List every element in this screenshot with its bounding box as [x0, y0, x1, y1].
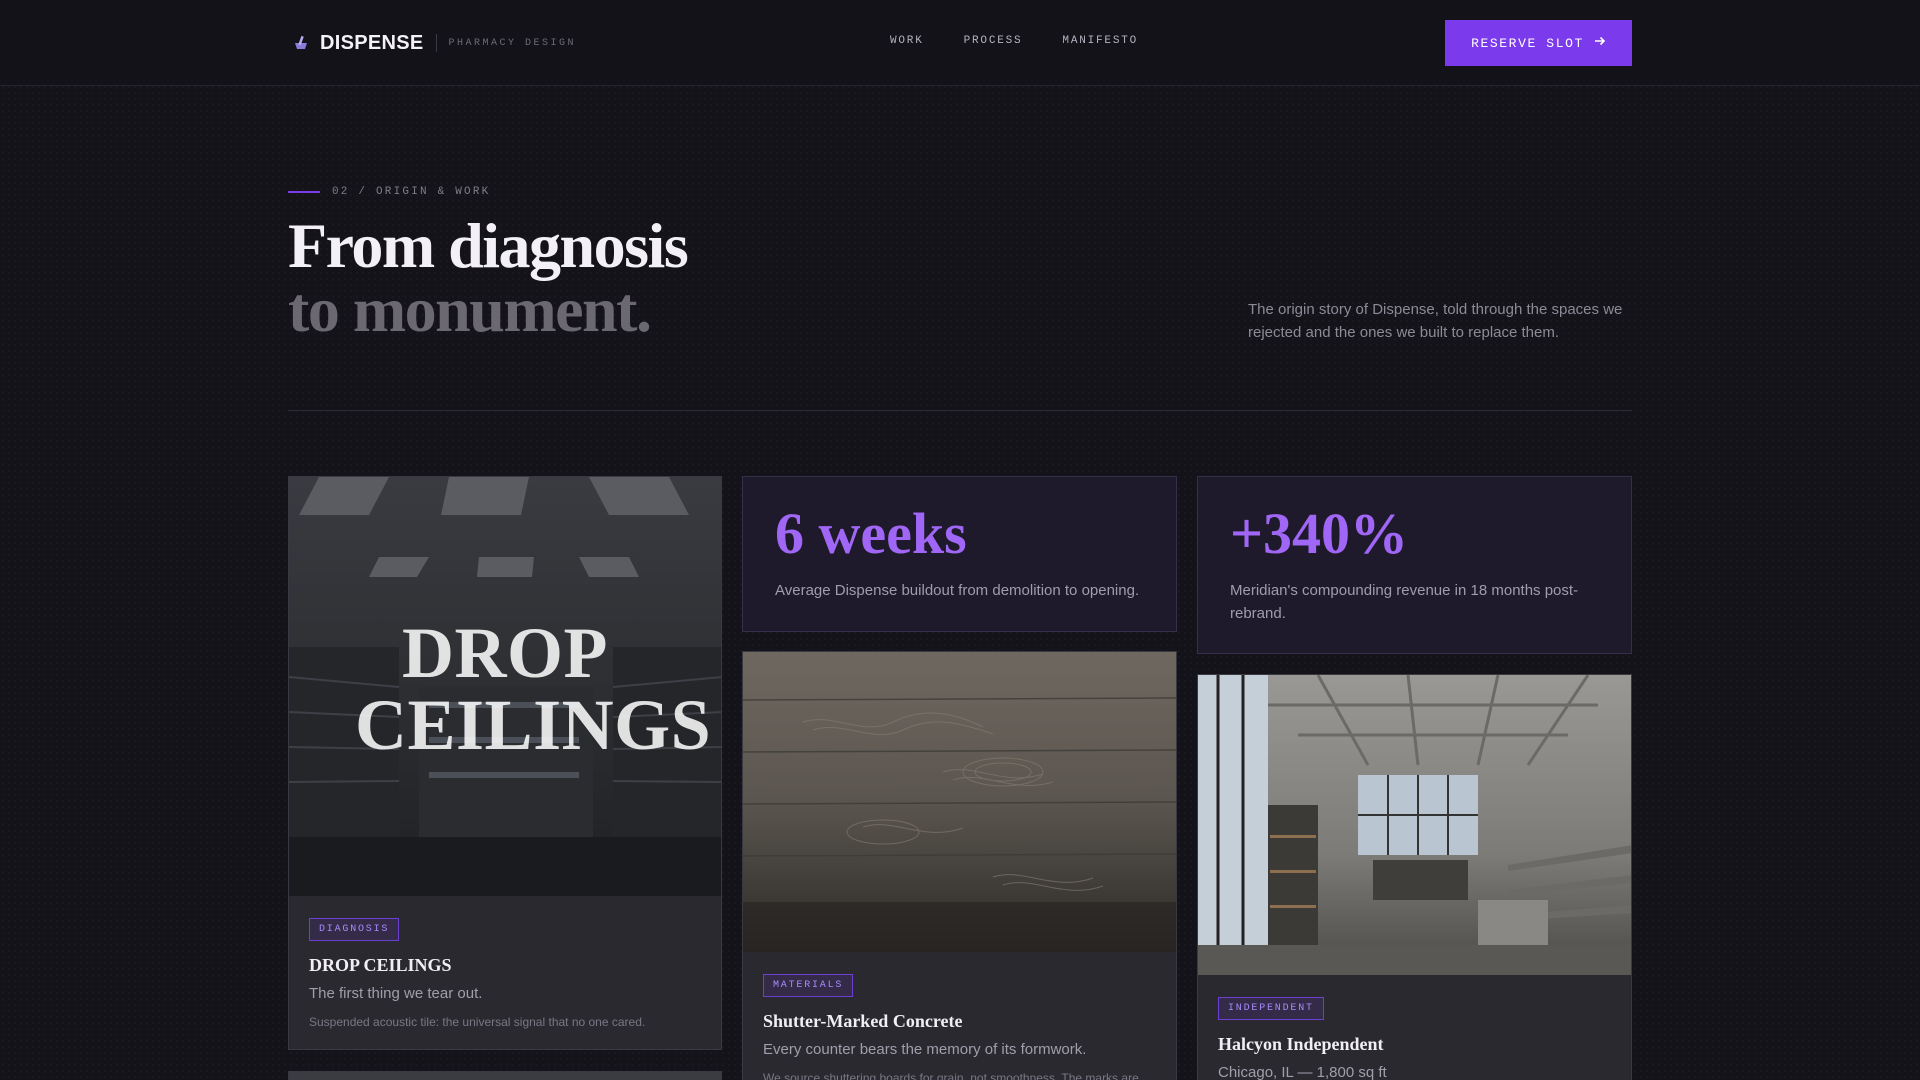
nav-link-process[interactable]: PROCESS: [964, 35, 1023, 47]
stat-buildout-value: 6 weeks: [775, 501, 967, 566]
nav-link-work[interactable]: WORK: [890, 35, 924, 47]
concrete-subtitle: Every counter bears the memory of its fo…: [763, 1041, 1087, 1058]
stat-card-buildout: 6 weeks Average Dispense buildout from d…: [742, 476, 1177, 632]
card-shutter-concrete[interactable]: MATERIALS Shutter-Marked Concrete Every …: [742, 651, 1177, 1080]
reserve-slot-label: RESERVE SLOT: [1471, 35, 1584, 51]
hero-title-line2: to monument.: [288, 274, 652, 345]
stat-buildout-desc: Average Dispense buildout from demolitio…: [775, 582, 1140, 599]
nav-link-manifesto[interactable]: MANIFESTO: [1062, 35, 1138, 47]
hero-title-line1: From diagnosis: [288, 210, 689, 281]
halcyon-title: Halcyon Independent: [1218, 1034, 1384, 1054]
concrete-body: MATERIALS Shutter-Marked Concrete Every …: [743, 952, 1176, 1080]
card-drop-ceilings[interactable]: DROP CEILINGS DIAGNOSIS DROP CEILINGS Th…: [288, 476, 722, 1050]
concrete-image: [743, 652, 1176, 952]
halcyon-subtitle: Chicago, IL — 1,800 sq ft: [1218, 1064, 1387, 1080]
eyebrow-accent-line: [288, 191, 320, 193]
hero-title: From diagnosis to monument.: [288, 210, 689, 345]
reserve-slot-button[interactable]: RESERVE SLOT: [1445, 20, 1632, 66]
section-eyebrow: 02 / ORIGIN & WORK: [288, 186, 490, 198]
drop-ceilings-subtitle: The first thing we tear out.: [309, 985, 483, 1002]
eyebrow-label: 02 / ORIGIN & WORK: [332, 186, 491, 198]
top-nav: DISPENSE PHARMACY DESIGN WORK PROCESS MA…: [0, 0, 1920, 86]
brand[interactable]: DISPENSE PHARMACY DESIGN: [288, 30, 576, 56]
concrete-note: We source shuttering boards for grain, n…: [763, 1071, 1139, 1080]
drop-ceilings-overlay-title: DROP CEILINGS: [355, 613, 712, 765]
concrete-title: Shutter-Marked Concrete: [763, 1011, 963, 1031]
nav-links: WORK PROCESS MANIFESTO: [890, 35, 1138, 47]
section-divider: [288, 410, 1632, 411]
stat-revenue-desc: Meridian's compounding revenue in 18 mon…: [1230, 582, 1579, 622]
mortar-pestle-icon: [288, 30, 314, 56]
brand-tagline: PHARMACY DESIGN: [448, 37, 577, 49]
arrow-right-icon: [1594, 35, 1606, 51]
card-halcyon-independent[interactable]: INDEPENDENT Halcyon Independent Chicago,…: [1197, 674, 1632, 1080]
hero-description: The origin story of Dispense, told throu…: [1248, 301, 1623, 341]
halcyon-image: [1198, 675, 1631, 975]
brand-divider: [435, 34, 437, 52]
brand-name: DISPENSE: [320, 31, 424, 54]
drop-ceilings-image: DROP CEILINGS: [289, 477, 721, 896]
drop-ceilings-body: DIAGNOSIS DROP CEILINGS The first thing …: [289, 896, 721, 1031]
drop-ceilings-title: DROP CEILINGS: [309, 955, 452, 975]
stat-card-revenue: +340% Meridian's compounding revenue in …: [1197, 476, 1632, 654]
card-next-peek: [288, 1071, 722, 1080]
drop-ceilings-note: Suspended acoustic tile: the universal s…: [309, 1015, 646, 1029]
stat-revenue-value: +340%: [1230, 501, 1409, 566]
tag-independent: INDEPENDENT: [1218, 997, 1324, 1020]
halcyon-body: INDEPENDENT Halcyon Independent Chicago,…: [1198, 975, 1631, 1080]
tag-materials: MATERIALS: [763, 974, 854, 997]
tag-diagnosis: DIAGNOSIS: [309, 918, 400, 941]
